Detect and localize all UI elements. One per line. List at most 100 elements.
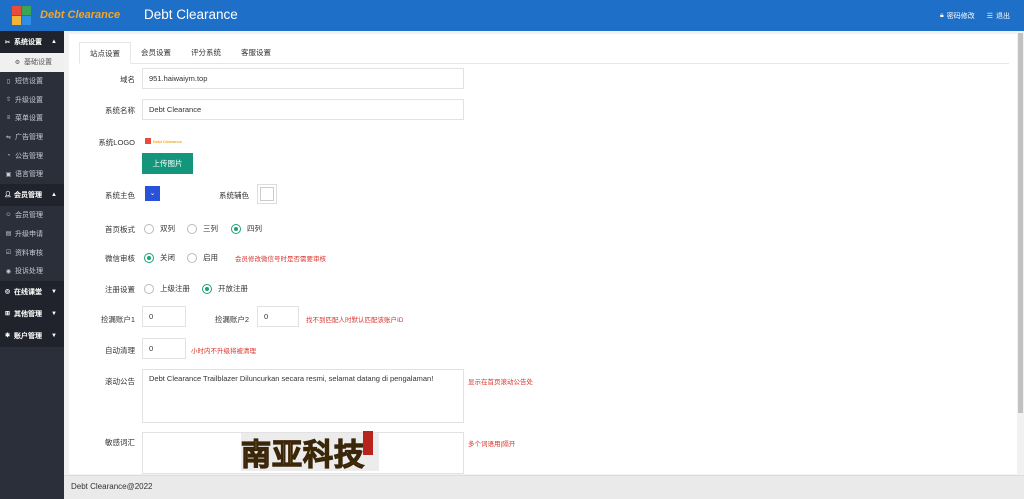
sidebar-item-member-manage[interactable]: ☺ 会员管理 — [0, 206, 64, 225]
primary-color-picker[interactable]: ⌄ — [145, 186, 160, 201]
change-password-link[interactable]: 🔒︎ 密码修改 — [940, 11, 975, 21]
sidebar-group-members[interactable]: 👤︎ 会员管理 ▲ — [0, 183, 64, 206]
logo-preview-icon — [145, 138, 151, 144]
sidebar-item-upgrade[interactable]: ⇧ 升级设置 — [0, 90, 64, 109]
radio-icon — [144, 223, 154, 234]
sidebar-item-upgrade-apply[interactable]: ▤ 升级申请 — [0, 225, 64, 244]
sidebar-group-classroom[interactable]: ◎ 在线课堂 ▼ — [0, 280, 64, 303]
check-icon: ☑ — [5, 250, 12, 257]
sidebar-group-other[interactable]: ⊞ 其他管理 ▼ — [0, 302, 64, 325]
settings-icon: ✂ — [4, 39, 11, 46]
radio-selected-icon — [202, 283, 212, 294]
radio-icon — [187, 223, 197, 234]
chevron-down-icon: ⌄ — [149, 190, 156, 197]
lock-icon: 🔒︎ — [939, 12, 944, 19]
sidebar-item-complaints[interactable]: ◉ 投诉处理 — [0, 262, 64, 281]
radio-selected-icon — [231, 223, 241, 234]
system-name-label: 系统名称 — [105, 106, 135, 115]
pick-account1-input[interactable]: 0 — [142, 306, 186, 327]
secondary-color-picker[interactable] — [257, 184, 277, 204]
notice-hint: 显示在首页滚动公告处 — [468, 379, 533, 386]
sidebar-group-system[interactable]: ✂ 系统设置 ▲ — [0, 31, 64, 53]
phone-icon: ▯ — [6, 78, 11, 85]
app-title: Debt Clearance — [144, 7, 238, 22]
tab-member-settings[interactable]: 会员设置 — [131, 42, 181, 64]
watermark-logo: 南亚科技 — [240, 431, 379, 474]
sidebar-item-notice[interactable]: ◔ 公告管理 — [0, 146, 64, 165]
wechat-option-off[interactable]: 关闭 — [144, 252, 175, 263]
app-logo-icon — [12, 6, 32, 26]
upgrade-icon: ⇧ — [5, 97, 12, 104]
wechat-hint: 会员修改微信号时是否需要审核 — [235, 256, 326, 263]
ad-icon: ⇋ — [5, 134, 12, 141]
menu-icon: ≡ — [6, 115, 11, 122]
logo-preview: Debt Clearance — [145, 138, 182, 144]
primary-color-label: 系统主色 — [105, 191, 135, 200]
register-label: 注册设置 — [105, 285, 135, 294]
system-name-input[interactable]: Debt Clearance — [142, 99, 464, 120]
register-option-superior[interactable]: 上级注册 — [144, 283, 190, 294]
chevron-down-icon: ▼ — [51, 288, 57, 295]
sidebar-item-menu[interactable]: ≡ 菜单设置 — [0, 109, 64, 128]
sidebar-item-ads[interactable]: ⇋ 广告管理 — [0, 128, 64, 147]
wechat-option-on[interactable]: 启用 — [187, 252, 218, 263]
auto-clean-hint: 小时内不升级将被清理 — [191, 348, 256, 355]
sensitive-words-label: 敏感词汇 — [105, 438, 135, 447]
sidebar-item-language[interactable]: ▣ 语言管理 — [0, 165, 64, 184]
tab-service-settings[interactable]: 客服设置 — [231, 42, 281, 64]
scrollbar-thumb[interactable] — [1018, 33, 1023, 413]
pick-account2-label: 捡漏账户2 — [214, 315, 249, 324]
auto-clean-input[interactable]: 0 — [142, 338, 186, 359]
chevron-down-icon: ▼ — [51, 332, 57, 339]
scrollbar[interactable] — [1017, 31, 1024, 475]
upload-image-button[interactable]: 上传图片 — [142, 153, 193, 174]
other-icon: ⊞ — [4, 311, 11, 318]
sidebar-item-sms[interactable]: ▯ 短信设置 — [0, 72, 64, 91]
users-icon: 👤︎ — [4, 192, 12, 199]
language-icon: ▣ — [5, 171, 12, 178]
svg-text:南亚科技: 南亚科技 — [241, 438, 365, 473]
domain-label: 域名 — [120, 75, 135, 84]
footer: Debt Clearance@2022 — [64, 475, 1024, 499]
tab-rating-system[interactable]: 评分系统 — [181, 42, 231, 64]
chevron-up-icon: ▲ — [51, 39, 57, 45]
notice-icon: ◔ — [6, 152, 11, 159]
pick-account-hint: 找不到匹配人时默认匹配该账户ID — [306, 317, 404, 324]
gear-icon: ⚙ — [14, 59, 21, 66]
complaint-icon: ◉ — [5, 268, 12, 275]
layout-option-three[interactable]: 三列 — [187, 223, 218, 234]
menu-icon: ☰ — [986, 13, 993, 20]
secondary-color-label: 系统辅色 — [219, 191, 249, 200]
sidebar: ✂ 系统设置 ▲ ⚙ 基础设置 ▯ 短信设置 ⇧ 升级设置 ≡ 菜单设置 ⇋ 广告管理 ◔ 公告… — [0, 31, 64, 499]
logout-link[interactable]: ☰ 退出 — [987, 11, 1010, 21]
pick-account1-label: 捡漏账户1 — [100, 315, 135, 324]
sidebar-group-accounts[interactable]: ✱ 账户管理 ▼ — [0, 324, 64, 347]
user-icon: ☺ — [5, 212, 12, 219]
wechat-review-label: 微信审核 — [105, 254, 135, 263]
account-icon: ✱ — [4, 333, 11, 340]
brand-name: Debt Clearance — [40, 9, 121, 21]
sensitive-words-hint: 多个词语用|隔开 — [468, 441, 516, 448]
tab-site-settings[interactable]: 站点设置 — [79, 42, 131, 64]
register-option-open[interactable]: 开放注册 — [202, 283, 248, 294]
upgrade-apply-icon: ▤ — [5, 231, 12, 238]
layout-label: 首页板式 — [105, 225, 135, 234]
auto-clean-label: 自动清理 — [105, 346, 135, 355]
notice-label: 滚动公告 — [105, 377, 135, 386]
radio-icon — [187, 252, 197, 263]
tab-bar: 站点设置 会员设置 评分系统 客服设置 — [79, 42, 1009, 64]
logo-label: 系统LOGO — [98, 138, 135, 147]
chevron-up-icon: ▲ — [51, 191, 57, 198]
domain-input[interactable]: 951.haiwaiym.top — [142, 68, 464, 89]
layout-option-two[interactable]: 双列 — [144, 223, 175, 234]
main-panel: 站点设置 会员设置 评分系统 客服设置 域名 951.haiwaiym.top … — [69, 34, 1019, 474]
radio-icon — [144, 283, 154, 294]
layout-option-four[interactable]: 四列 — [231, 223, 262, 234]
top-bar: Debt Clearance Debt Clearance 🔒︎ 密码修改 ☰ 退出 — [0, 0, 1024, 31]
sidebar-item-profile-review[interactable]: ☑ 资料审核 — [0, 243, 64, 262]
radio-selected-icon — [144, 252, 154, 263]
chevron-down-icon: ▼ — [51, 310, 57, 317]
sidebar-item-basic[interactable]: ⚙ 基础设置 — [0, 53, 64, 72]
pick-account2-input[interactable]: 0 — [257, 306, 299, 327]
notice-textarea[interactable]: Debt Clearance Trailblazer Diluncurkan s… — [142, 369, 464, 423]
